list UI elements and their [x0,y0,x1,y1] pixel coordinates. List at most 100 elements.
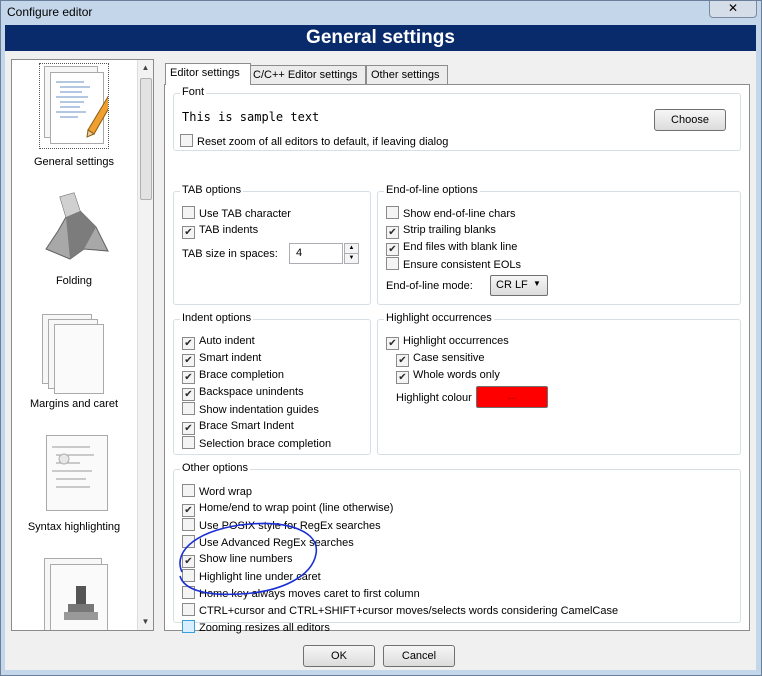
sidebar-item-margins-and-caret[interactable]: Margins and caret [12,310,136,410]
checkbox-label: Auto indent [199,335,255,347]
spin-down-icon[interactable]: ▼ [344,253,359,264]
checkbox-label: Brace Smart Indent [199,420,294,432]
checkbox-label: Strip trailing blanks [403,224,496,236]
scroll-up-icon[interactable]: ▲ [138,60,153,76]
checkbox-label: TAB indents [199,224,259,236]
checkbox-box[interactable] [182,402,195,415]
checkbox-box[interactable] [386,206,399,219]
tab-editor-settings[interactable]: Editor settings [165,63,251,85]
whole-words-checkbox[interactable]: Whole words only [396,368,500,384]
checkbox-box[interactable] [182,388,195,401]
case-sensitive-checkbox[interactable]: Case sensitive [396,351,485,367]
checkbox-box[interactable] [182,337,195,350]
close-icon: ✕ [727,1,739,15]
sidebar-item-label: Folding [55,275,93,287]
ok-button[interactable]: OK [303,645,375,667]
scroll-down-icon[interactable]: ▼ [138,614,153,630]
margins-icon [40,310,108,394]
checkbox-box[interactable] [386,337,399,350]
camelcase-checkbox[interactable]: CTRL+cursor and CTRL+SHIFT+cursor moves/… [182,603,618,617]
general-settings-icon [39,63,109,149]
font-sample-text: This is sample text [182,110,320,124]
font-group-title: Font [180,86,207,98]
checkbox-box[interactable] [182,484,195,497]
sidebar-item-other[interactable] [12,556,136,630]
checkbox-box[interactable] [182,354,195,367]
checkbox-label: Reset zoom of all editors to default, if… [197,136,449,148]
checkbox-box[interactable] [180,134,193,147]
checkbox-label: CTRL+cursor and CTRL+SHIFT+cursor moves/… [199,605,619,617]
checkbox-box[interactable] [396,371,409,384]
checkbox-box[interactable] [182,371,195,384]
word-wrap-checkbox[interactable]: Word wrap [182,484,252,498]
end-blank-line-checkbox[interactable]: End files with blank line [386,240,517,256]
eol-mode-value: CR LF [496,279,528,291]
checkbox-box[interactable] [386,243,399,256]
tab-size-label: TAB size in spaces: [182,248,278,260]
tab-cpp-editor-settings[interactable]: C/C++ Editor settings [248,65,366,85]
checkbox-box[interactable] [182,603,195,616]
indent-options-group: Indent options Auto indent Smart indent … [173,312,371,455]
checkbox-label: Backspace unindents [199,386,304,398]
highlight-occurrences-checkbox[interactable]: Highlight occurrences [386,334,509,350]
backspace-unindents-checkbox[interactable]: Backspace unindents [182,385,304,401]
checkbox-label: Selection brace completion [199,438,332,450]
checkbox-box[interactable] [182,422,195,435]
brace-completion-checkbox[interactable]: Brace completion [182,368,284,384]
cancel-button[interactable]: Cancel [383,645,455,667]
indent-options-title: Indent options [180,312,254,324]
checkbox-label: Use TAB character [199,208,291,220]
configure-editor-dialog: Configure editor ✕ General settings Gene… [0,0,762,676]
syntax-icon [40,433,108,517]
category-scrollbar[interactable]: ▲ ▼ [137,60,153,630]
sidebar-item-label: Syntax highlighting [27,521,121,533]
annotation-ellipse [179,522,318,596]
sidebar-item-syntax-highlighting[interactable]: Syntax highlighting [12,433,136,533]
show-eol-checkbox[interactable]: Show end-of-line chars [386,206,516,220]
tab-options-group: TAB options Use TAB character TAB indent… [173,184,371,305]
eol-options-group: End-of-line options Show end-of-line cha… [377,184,741,305]
close-button[interactable]: ✕ [709,1,757,18]
sidebar-item-folding[interactable]: Folding [12,187,136,287]
zooming-resizes-checkbox[interactable]: Zooming resizes all editors [182,620,330,634]
selection-brace-checkbox[interactable]: Selection brace completion [182,436,331,450]
folding-icon [40,187,109,271]
sidebar-item-general-settings[interactable]: General settings [12,63,136,168]
indentation-guides-checkbox[interactable]: Show indentation guides [182,402,319,416]
checkbox-label: Zooming resizes all editors [199,622,330,634]
tab-indents-checkbox[interactable]: TAB indents [182,223,259,239]
window-title: Configure editor [7,5,93,19]
checkbox-box[interactable] [182,620,195,633]
brace-smart-indent-checkbox[interactable]: Brace Smart Indent [182,419,294,435]
checkbox-label: Show indentation guides [199,404,319,416]
category-list[interactable]: General settings Folding Margins and car… [11,59,154,631]
scroll-thumb[interactable] [140,78,152,200]
tab-other-settings[interactable]: Other settings [366,65,448,85]
highlight-title: Highlight occurrences [384,312,494,324]
other-options-title: Other options [180,462,251,474]
ensure-eols-checkbox[interactable]: Ensure consistent EOLs [386,257,521,271]
smart-indent-checkbox[interactable]: Smart indent [182,351,261,367]
choose-font-button[interactable]: Choose [654,109,726,131]
dialog-client: General settings General settings Foldin… [5,25,756,670]
highlight-colour-button[interactable]: ... [476,386,548,408]
use-tab-checkbox[interactable]: Use TAB character [182,206,291,220]
checkbox-label: Brace completion [199,369,284,381]
tab-size-input[interactable]: 4 [289,243,343,264]
checkbox-box[interactable] [182,226,195,239]
eol-mode-label: End-of-line mode: [386,280,473,292]
checkbox-box[interactable] [182,436,195,449]
highlight-occurrences-group: Highlight occurrences Highlight occurren… [377,312,741,455]
eol-mode-select[interactable]: CR LF ▼ [490,275,548,296]
checkbox-label: Ensure consistent EOLs [403,259,522,271]
checkbox-box[interactable] [182,206,195,219]
checkbox-box[interactable] [386,257,399,270]
strip-blanks-checkbox[interactable]: Strip trailing blanks [386,223,496,239]
highlight-colour-label: Highlight colour [396,392,472,404]
title-bar: Configure editor ✕ [1,1,761,23]
auto-indent-checkbox[interactable]: Auto indent [182,334,255,350]
reset-zoom-checkbox[interactable]: Reset zoom of all editors to default, if… [180,134,448,148]
checkbox-box[interactable] [396,354,409,367]
chevron-down-icon: ▼ [533,279,541,288]
checkbox-box[interactable] [386,226,399,239]
